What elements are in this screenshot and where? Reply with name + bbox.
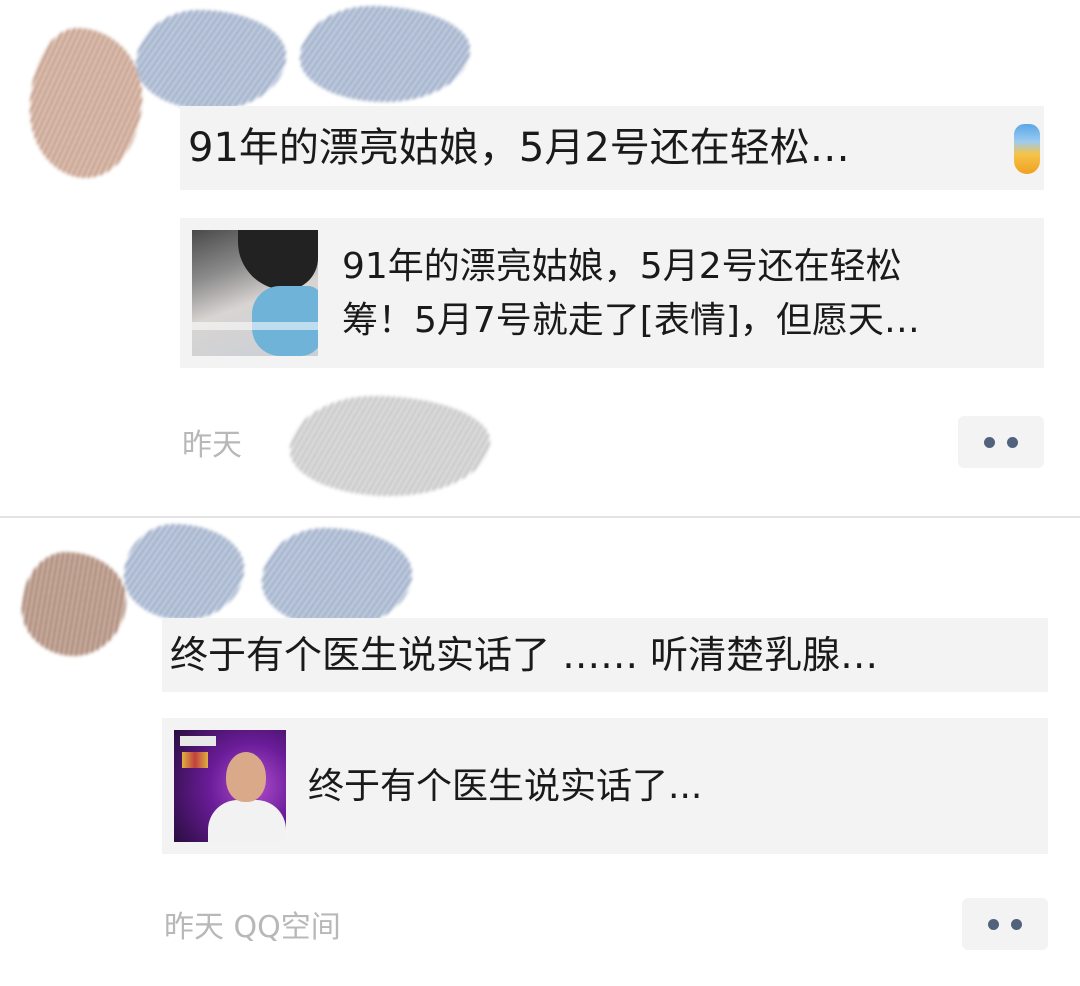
post-share-text[interactable]: 91年的漂亮姑娘，5月2号还在轻松… bbox=[180, 106, 1044, 190]
dot-icon bbox=[1007, 436, 1018, 448]
dot-icon bbox=[988, 918, 999, 930]
link-title-line: 终于有个医生说实话了... bbox=[308, 766, 703, 807]
redacted-meta bbox=[290, 396, 490, 496]
post-timestamp: 昨天 QQ空间 bbox=[164, 910, 341, 945]
post-share-text[interactable]: 终于有个医生说实话了 …… 听清楚乳腺… bbox=[162, 618, 1048, 692]
shared-link-card[interactable]: 91年的漂亮姑娘，5月2号还在轻松 筹！5月7号就走了[表情]，但愿天… bbox=[180, 218, 1044, 368]
redacted-username bbox=[124, 524, 244, 620]
redacted-username bbox=[136, 10, 286, 110]
more-options-button[interactable] bbox=[962, 898, 1048, 950]
post-share-text-label: 91年的漂亮姑娘，5月2号还在轻松… bbox=[188, 125, 850, 171]
link-thumbnail bbox=[192, 230, 318, 356]
link-title-line: 91年的漂亮姑娘，5月2号还在轻松 bbox=[342, 246, 902, 287]
link-thumbnail bbox=[174, 730, 286, 842]
redacted-avatar bbox=[22, 552, 126, 656]
redacted-username bbox=[262, 528, 412, 628]
redacted-avatar bbox=[30, 28, 142, 178]
dot-icon bbox=[984, 436, 995, 448]
post-timestamp: 昨天 bbox=[182, 428, 242, 463]
redacted-username bbox=[300, 6, 470, 102]
scream-emoji-icon bbox=[1014, 124, 1040, 174]
more-options-button[interactable] bbox=[958, 416, 1044, 468]
post-share-text-label: 终于有个医生说实话了 …… 听清楚乳腺… bbox=[170, 633, 879, 677]
moment-post: 终于有个医生说实话了 …… 听清楚乳腺… 终于有个医生说实话了... 昨天 QQ… bbox=[0, 518, 1080, 986]
shared-link-card[interactable]: 终于有个医生说实话了... bbox=[162, 718, 1048, 854]
dot-icon bbox=[1011, 918, 1022, 930]
moment-post: 91年的漂亮姑娘，5月2号还在轻松… 91年的漂亮姑娘，5月2号还在轻松 筹！5… bbox=[0, 0, 1080, 516]
link-title-line: 筹！5月7号就走了[表情]，但愿天… bbox=[342, 300, 920, 341]
